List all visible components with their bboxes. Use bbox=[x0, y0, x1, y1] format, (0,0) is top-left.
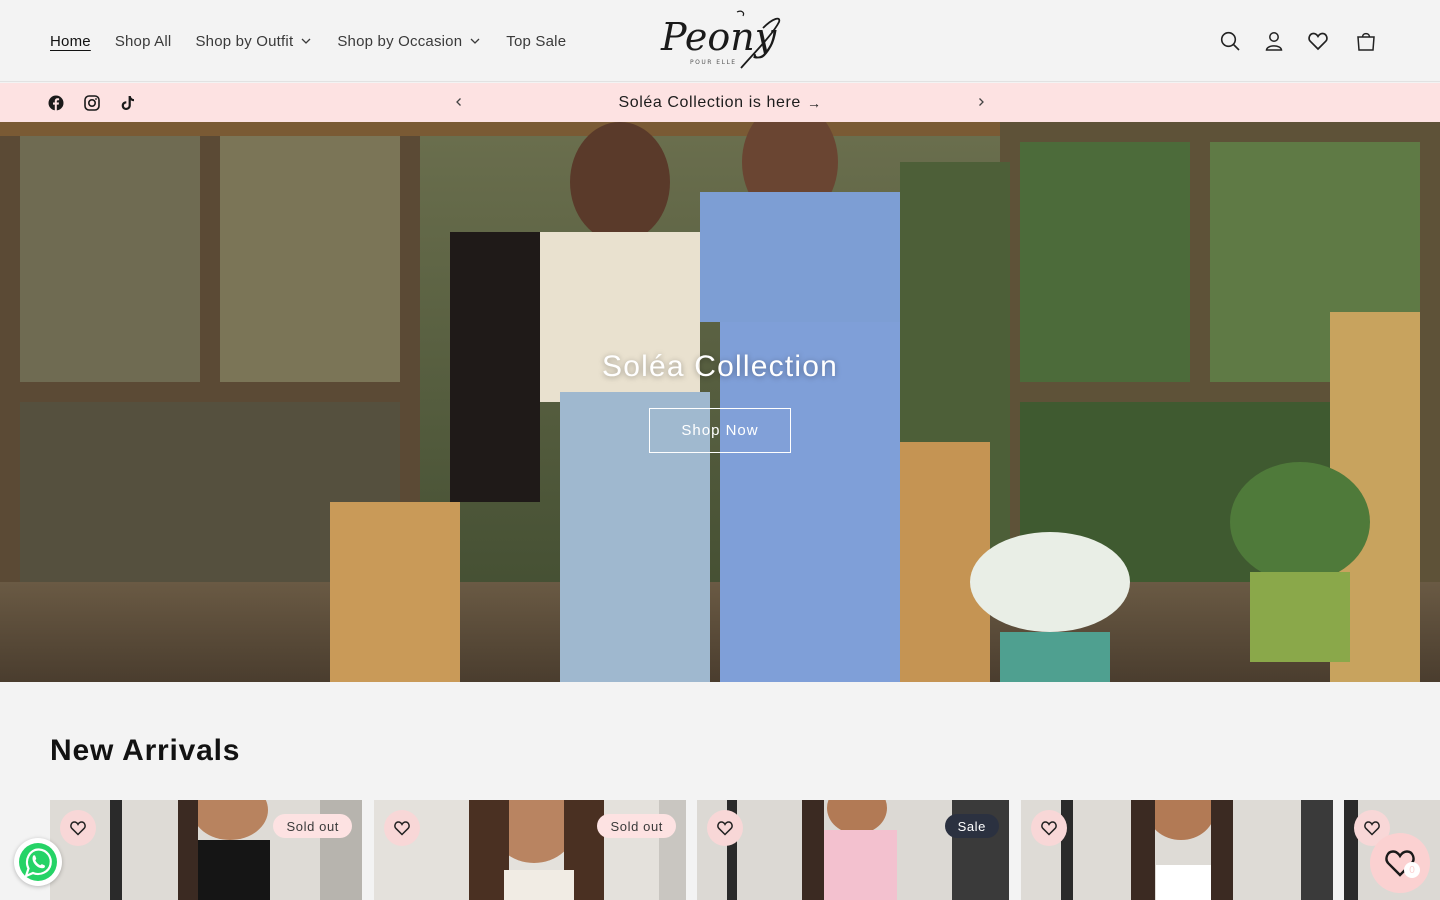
product-card[interactable] bbox=[1021, 800, 1333, 900]
svg-text:POUR ELLE: POUR ELLE bbox=[690, 59, 737, 66]
add-to-wishlist-button[interactable] bbox=[707, 810, 743, 846]
social-links bbox=[38, 83, 146, 122]
heart-icon bbox=[1364, 821, 1380, 836]
heart-icon bbox=[394, 821, 410, 836]
product-card[interactable]: Sale bbox=[697, 800, 1009, 900]
search-icon[interactable] bbox=[1208, 20, 1252, 62]
floating-wishlist-button[interactable] bbox=[1370, 833, 1430, 893]
arrow-right-icon: → bbox=[806, 94, 822, 111]
hero-banner: Soléa Collection Shop Now bbox=[0, 122, 1440, 682]
nav-shop-by-occasion[interactable]: Shop by Occasion bbox=[325, 21, 494, 61]
main-nav: Home Shop All Shop by Outfit Shop by Occ… bbox=[38, 0, 578, 82]
product-image bbox=[1021, 800, 1333, 900]
nav-shop-by-occasion-label: Shop by Occasion bbox=[337, 32, 463, 50]
heart-icon bbox=[1041, 821, 1057, 836]
heart-icon bbox=[70, 821, 86, 836]
product-card[interactable]: Sold out bbox=[50, 800, 362, 900]
chevron-left-icon bbox=[456, 98, 461, 106]
nav-shop-by-outfit-label: Shop by Outfit bbox=[195, 32, 294, 50]
nav-top-sale[interactable]: Top Sale bbox=[494, 21, 578, 61]
hero-title: Soléa Collection bbox=[602, 350, 838, 383]
announcement-text: Soléa Collection is here bbox=[618, 93, 801, 111]
tiktok-icon[interactable] bbox=[110, 83, 146, 122]
product-card[interactable]: Sold out bbox=[374, 800, 686, 900]
chevron-down-icon bbox=[470, 38, 480, 44]
product-carousel: Sold out Sold out Sale bbox=[50, 800, 1440, 900]
nav-shop-all-label: Shop All bbox=[114, 32, 172, 50]
announcement-next-button[interactable] bbox=[966, 87, 996, 117]
chevron-right-icon bbox=[979, 98, 984, 106]
section-title: New Arrivals bbox=[50, 734, 241, 767]
whatsapp-button[interactable] bbox=[14, 838, 62, 886]
chevron-down-icon bbox=[301, 38, 311, 44]
nav-shop-by-outfit[interactable]: Shop by Outfit bbox=[183, 21, 325, 61]
announcement-prev-button[interactable] bbox=[444, 87, 474, 117]
svg-text:Peony: Peony bbox=[660, 15, 777, 59]
nav-shop-all[interactable]: Shop All bbox=[103, 21, 184, 61]
facebook-icon[interactable] bbox=[38, 83, 74, 122]
shop-now-button[interactable]: Shop Now bbox=[649, 408, 791, 453]
whatsapp-icon bbox=[19, 843, 57, 881]
cart-icon[interactable] bbox=[1344, 20, 1388, 62]
add-to-wishlist-button[interactable] bbox=[384, 810, 420, 846]
heart-icon bbox=[717, 821, 733, 836]
add-to-wishlist-button[interactable] bbox=[60, 810, 96, 846]
hero-image bbox=[0, 122, 1440, 682]
instagram-icon[interactable] bbox=[74, 83, 110, 122]
announcement-link[interactable]: Soléa Collection is here → bbox=[480, 83, 960, 122]
announcement-bar: Soléa Collection is here → bbox=[0, 83, 1440, 122]
status-badge: Sold out bbox=[273, 814, 352, 838]
nav-home-label: Home bbox=[50, 32, 91, 50]
wishlist-count-badge: 0 bbox=[1404, 862, 1420, 878]
site-header: Home Shop All Shop by Outfit Shop by Occ… bbox=[0, 0, 1440, 82]
account-icon[interactable] bbox=[1252, 20, 1296, 62]
logo-mark: Peony POUR ELLE bbox=[660, 10, 781, 69]
sale-badge: Sale bbox=[944, 814, 999, 838]
header-actions bbox=[1208, 20, 1388, 62]
nav-top-sale-label: Top Sale bbox=[506, 32, 567, 50]
add-to-wishlist-button[interactable] bbox=[1031, 810, 1067, 846]
status-badge: Sold out bbox=[597, 814, 676, 838]
wishlist-icon[interactable] bbox=[1296, 20, 1340, 62]
nav-home[interactable]: Home bbox=[38, 21, 103, 61]
brand-logo[interactable]: Peony POUR ELLE bbox=[655, 6, 785, 76]
